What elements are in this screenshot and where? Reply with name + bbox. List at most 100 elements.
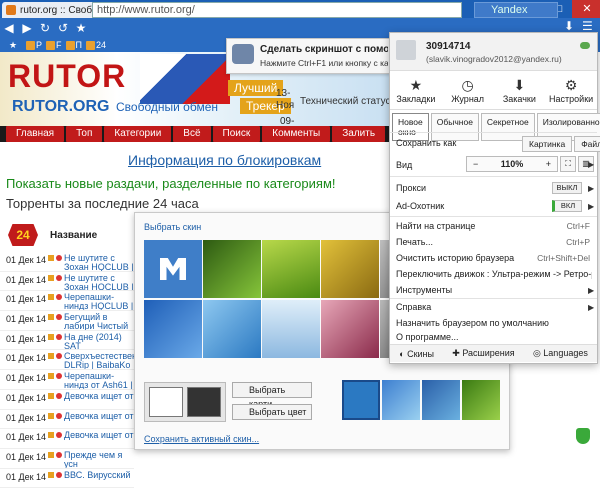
zoom-in-button[interactable]: +: [546, 159, 551, 169]
bookmarks-button[interactable]: ★ Закладки: [390, 72, 442, 109]
download-icon[interactable]: [48, 353, 54, 360]
avatar[interactable]: [396, 40, 416, 60]
menu-item-comments[interactable]: Комменты: [262, 126, 331, 142]
languages-button[interactable]: ◎ Languages: [533, 348, 588, 359]
skin-thumb-ice[interactable]: [203, 300, 261, 358]
about-item[interactable]: О программе...: [396, 332, 459, 342]
chevron-right-icon: ▶: [588, 184, 595, 193]
menu-icon[interactable]: ☰: [582, 19, 593, 33]
block-info-link[interactable]: Информация по блокировкам: [128, 152, 321, 168]
download-icon[interactable]: [48, 432, 54, 439]
download-icon[interactable]: [48, 274, 54, 281]
camera-icon[interactable]: [232, 44, 254, 64]
proxy-toggle[interactable]: ВЫКЛ: [552, 182, 582, 194]
normal-window-button[interactable]: Обычное: [430, 113, 479, 141]
downloads-button[interactable]: ⬇ Закачки: [494, 72, 546, 109]
history-button[interactable]: ◷ Журнал: [442, 72, 494, 109]
skin-swatch-active[interactable]: [342, 380, 380, 420]
url-input[interactable]: http://www.rutor.org/: [92, 2, 462, 18]
bookmark-star-icon[interactable]: ★: [4, 40, 22, 51]
default-browser-item[interactable]: Назначить браузером по умолчанию: [396, 318, 549, 328]
new-window-button[interactable]: Новое окно: [392, 113, 429, 141]
magnet-icon[interactable]: [56, 432, 62, 439]
magnet-icon[interactable]: [56, 353, 62, 360]
skin-mode-light[interactable]: [149, 387, 183, 417]
skin-thumb-grass[interactable]: [262, 240, 320, 298]
magnet-icon[interactable]: [56, 412, 62, 419]
bookmark-item[interactable]: 24: [85, 40, 106, 50]
skin-thumb-clouds[interactable]: [262, 300, 320, 358]
download-icon[interactable]: [48, 314, 54, 321]
magnet-icon[interactable]: [56, 274, 62, 281]
undo-close-icon[interactable]: ↺: [54, 21, 72, 35]
star-icon[interactable]: ★: [72, 21, 90, 35]
magnet-icon[interactable]: [56, 333, 62, 340]
tech-status-link[interactable]: Технический статус: [300, 96, 390, 107]
settings-button[interactable]: ⚙ Настройки: [545, 72, 597, 109]
pick-color-button[interactable]: Выбрать цвет: [232, 404, 312, 420]
fullscreen-icon[interactable]: ⛶: [560, 156, 576, 172]
bookmark-item[interactable]: П: [65, 40, 82, 50]
download-icon[interactable]: [48, 451, 54, 458]
skin-mode-toggle[interactable]: [144, 382, 226, 422]
back-icon[interactable]: ◀: [0, 21, 18, 35]
pick-image-button[interactable]: Выбрать карти...: [232, 382, 312, 409]
magnet-icon[interactable]: [56, 471, 62, 478]
proxy-item[interactable]: Прокси: [396, 183, 426, 193]
shield-icon[interactable]: [576, 428, 590, 444]
download-icon[interactable]: [48, 412, 54, 419]
menu-item-upload[interactable]: Залить: [332, 126, 386, 142]
skin-swatch-3[interactable]: [422, 380, 460, 420]
bookmark-item[interactable]: P: [26, 40, 42, 50]
help-item[interactable]: Справка: [396, 302, 431, 312]
cloud-sync-icon[interactable]: [580, 42, 590, 49]
skin-thumb-green[interactable]: [203, 240, 261, 298]
skin-thumb-blue[interactable]: [144, 300, 202, 358]
find-item[interactable]: Найти на странице: [396, 221, 475, 231]
site-logo[interactable]: RUTOR: [8, 58, 126, 95]
skin-thumb-default[interactable]: [144, 240, 202, 298]
adhunter-toggle[interactable]: ВКЛ: [552, 200, 582, 212]
menu-item-top[interactable]: Топ: [66, 126, 103, 142]
switch-engine-item[interactable]: Переключить движок : Ультра-режим -> Рет…: [396, 269, 592, 279]
magnet-icon[interactable]: [56, 373, 62, 380]
magnet-icon[interactable]: [56, 392, 62, 399]
magnet-icon[interactable]: [56, 255, 62, 261]
clear-history-item[interactable]: Очистить историю браузера: [396, 253, 514, 263]
extensions-button[interactable]: ✚ Расширения: [452, 348, 514, 359]
skin-mode-dark[interactable]: [187, 387, 221, 417]
menu-item-categories[interactable]: Категории: [104, 126, 172, 142]
skin-swatch-2[interactable]: [382, 380, 420, 420]
reload-icon[interactable]: ↻: [36, 21, 54, 35]
bookmark-item[interactable]: F: [46, 40, 62, 50]
download-icon[interactable]: [48, 294, 54, 301]
print-item[interactable]: Печать...: [396, 237, 433, 247]
skin-swatch-4[interactable]: [462, 380, 500, 420]
save-picture-button[interactable]: Картинка: [522, 136, 573, 152]
search-input[interactable]: Yandex: [474, 2, 558, 18]
tools-item[interactable]: Инструменты: [396, 285, 452, 295]
zoom-out-button[interactable]: −: [473, 159, 478, 169]
magnet-icon[interactable]: [56, 294, 62, 301]
download-icon[interactable]: [48, 255, 54, 261]
close-window-button[interactable]: ✕: [572, 0, 600, 18]
show-by-category-link[interactable]: Показать новые раздачи, разделенные по к…: [6, 176, 336, 191]
magnet-icon[interactable]: [56, 451, 62, 458]
skin-thumb-flowers[interactable]: [321, 300, 379, 358]
download-icon[interactable]: [48, 333, 54, 340]
download-icon[interactable]: [48, 392, 54, 399]
save-skin-link[interactable]: Сохранить активный скин...: [144, 434, 259, 444]
adhunter-item[interactable]: Ad-Охотник: [396, 201, 444, 211]
forward-icon[interactable]: ▶: [18, 21, 36, 35]
download-icon[interactable]: ⬇: [564, 19, 574, 33]
column-header-name[interactable]: Название: [50, 230, 97, 241]
download-icon[interactable]: [48, 471, 54, 478]
skins-button[interactable]: ◐ Скины: [399, 349, 434, 359]
download-icon[interactable]: [48, 373, 54, 380]
save-file-button[interactable]: Файл: [574, 136, 600, 152]
menu-item-search[interactable]: Поиск: [212, 126, 261, 142]
menu-item-main[interactable]: Главная: [6, 126, 65, 142]
magnet-icon[interactable]: [56, 314, 62, 321]
skin-thumb-yellow[interactable]: [321, 240, 379, 298]
menu-item-all[interactable]: Всё: [173, 126, 211, 142]
